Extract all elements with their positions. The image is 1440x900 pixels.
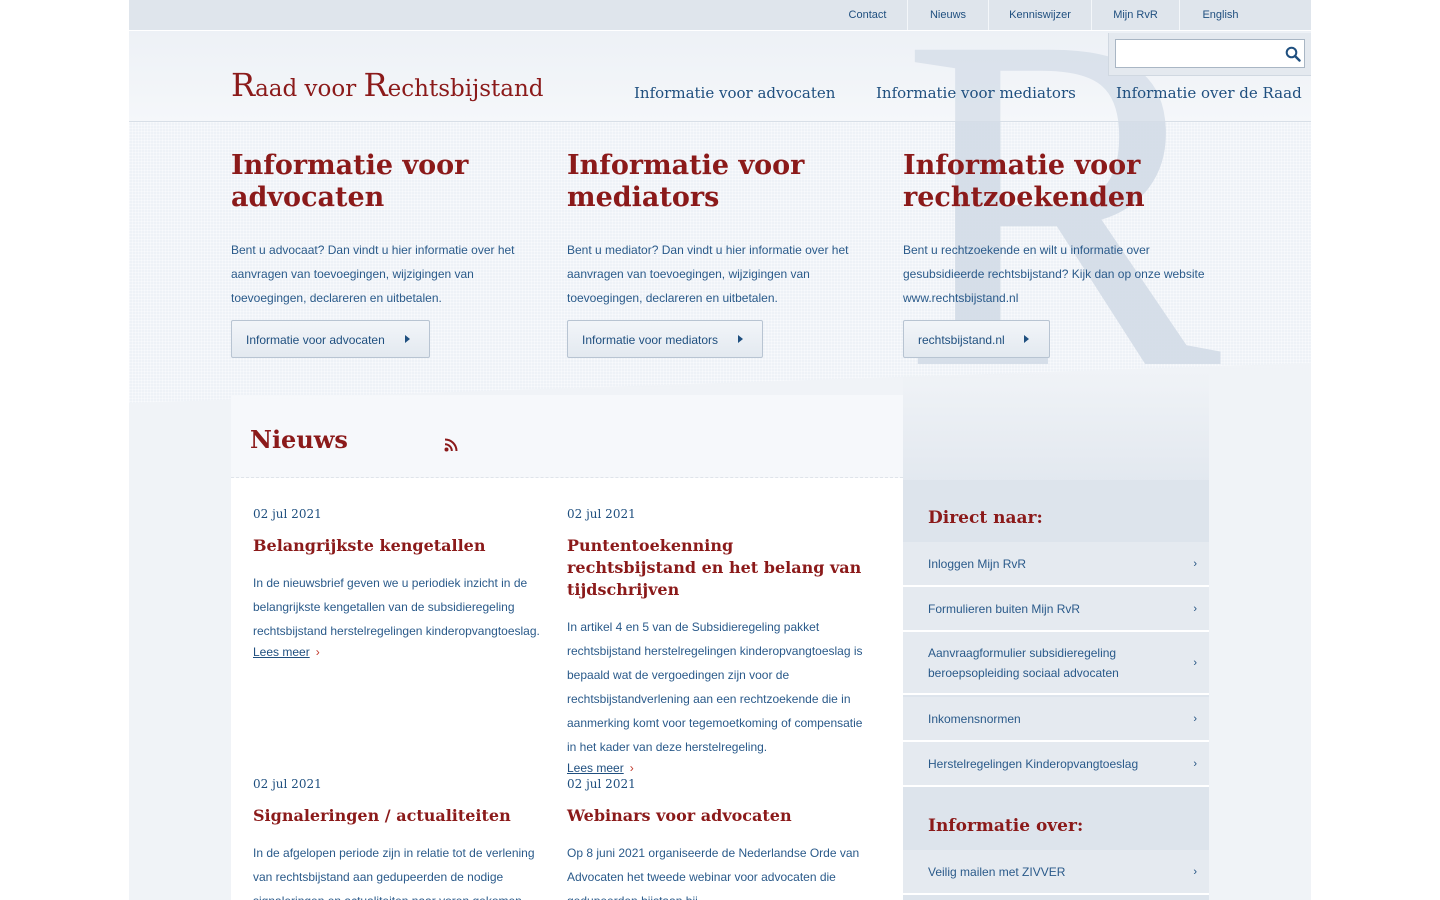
intro-text: Bent u advocaat? Dan vindt u hier inform… <box>231 243 515 305</box>
sidebar-link[interactable]: Aanvraagformulier subsidieregeling beroe… <box>903 632 1209 695</box>
logo-text: echtsbijstand <box>387 76 544 102</box>
chevron-right-icon: › <box>1193 557 1197 570</box>
news-item: 02 jul 2021 Puntentoekenning rechtsbijst… <box>567 507 863 777</box>
sidebar-link[interactable]: Inkomensnormen › <box>903 697 1209 742</box>
util-link-mijn-rvr[interactable]: Mijn RvR <box>1092 0 1179 30</box>
news-summary: Op 8 juni 2021 organiseerde de Nederland… <box>567 846 860 900</box>
intro-text: Bent u mediator? Dan vindt u hier inform… <box>567 243 849 305</box>
news-summary: In de nieuwsbrief geven we u periodiek i… <box>253 576 540 638</box>
news-heading: Nieuws <box>250 425 348 454</box>
button-label: rechtsbijstand.nl <box>918 333 1005 347</box>
search-box <box>1108 33 1311 76</box>
intro-mediators: Informatie voor mediators Bent u mediato… <box>567 150 877 310</box>
sidebar-link-label: Aanvraagformulier subsidieregeling beroe… <box>928 645 1119 680</box>
sidebar-link-label: Inkomensnormen <box>928 711 1021 726</box>
triangle-right-icon <box>405 335 410 343</box>
sidebar-link-label: Formulieren buiten Mijn RvR <box>928 601 1081 616</box>
sidebar-fade <box>903 370 1209 480</box>
button-informatie-advocaten[interactable]: Informatie voor advocaten <box>231 320 430 358</box>
news-item: 02 jul 2021 Webinars voor advocaten Op 8… <box>567 777 863 900</box>
intro-title: Informatie voor advocaten <box>231 150 469 213</box>
news-item: 02 jul 2021 Belangrijkste kengetallen In… <box>253 507 543 661</box>
sidebar-link-label: Herstelregelingen Kinderopvangtoeslag <box>928 756 1139 771</box>
chevron-right-icon: › <box>1193 712 1197 725</box>
main-nav-advocaten[interactable]: Informatie voor advocaten <box>634 84 835 102</box>
search-icon[interactable] <box>1285 46 1301 62</box>
news-item: 02 jul 2021 Signaleringen / actualiteite… <box>253 777 543 900</box>
util-link-nieuws[interactable]: Nieuws <box>908 0 988 30</box>
news-summary: In artikel 4 en 5 van de Subsidieregelin… <box>567 620 863 754</box>
news-date: 02 jul 2021 <box>253 777 322 791</box>
sidebar-link[interactable]: Herstelregelingen Kinderopvangtoeslag › <box>903 742 1209 787</box>
sidebar: Direct naar: Inloggen Mijn RvR › Formuli… <box>903 480 1209 900</box>
news-header: Nieuws <box>231 395 903 478</box>
chevron-right-icon: › <box>1193 602 1197 615</box>
logo-initial: R <box>231 66 256 104</box>
search-input[interactable] <box>1115 39 1305 68</box>
sidebar-info-heading: Informatie over: <box>928 816 1084 836</box>
intro-advocaten: Informatie voor advocaten Bent u advocaa… <box>231 150 541 310</box>
triangle-right-icon <box>1024 335 1029 343</box>
read-more-link[interactable]: Lees meer <box>253 645 310 659</box>
sidebar-link-label: Inloggen Mijn RvR <box>928 556 1027 571</box>
util-link-contact[interactable]: Contact <box>828 0 907 30</box>
utility-bar: Contact Nieuws Kenniswijzer Mijn RvR Eng… <box>129 0 1311 31</box>
chevron-right-icon: › <box>629 761 634 775</box>
chevron-right-icon: › <box>1193 757 1197 770</box>
news-title[interactable]: Webinars voor advocaten <box>567 805 863 827</box>
chevron-right-icon: › <box>315 645 320 659</box>
rss-icon[interactable] <box>444 438 458 452</box>
site-logo[interactable]: Raad voor Rechtsbijstand <box>231 66 544 104</box>
button-informatie-mediators[interactable]: Informatie voor mediators <box>567 320 763 358</box>
triangle-right-icon <box>738 335 743 343</box>
intro-title: Informatie voor rechtzoekenden <box>903 150 1145 213</box>
sidebar-link[interactable]: Inloggen Mijn RvR › <box>903 542 1209 587</box>
chevron-right-icon: › <box>1193 656 1197 669</box>
read-more-link[interactable]: Lees meer <box>567 761 624 775</box>
news-date: 02 jul 2021 <box>253 507 322 521</box>
logo-text: aad voor <box>255 76 364 102</box>
sidebar-link-label: Veilig mailen met ZIVVER <box>928 864 1066 879</box>
news-date: 02 jul 2021 <box>567 507 636 521</box>
news-title[interactable]: Signaleringen / actualiteiten <box>253 805 543 827</box>
chevron-right-icon: › <box>1193 865 1197 878</box>
sidebar-link[interactable]: Veilig mailen met ZIVVER › <box>903 850 1209 895</box>
sidebar-direct-heading: Direct naar: <box>928 508 1043 528</box>
logo-initial: R <box>363 66 388 104</box>
intro-title: Informatie voor mediators <box>567 150 805 213</box>
news-title[interactable]: Belangrijkste kengetallen <box>253 535 543 557</box>
util-link-kenniswijzer[interactable]: Kenniswijzer <box>989 0 1091 30</box>
news-title[interactable]: Puntentoekenning rechtsbijstand en het b… <box>567 535 863 601</box>
main-nav-over-de-raad[interactable]: Informatie over de Raad <box>1116 84 1302 102</box>
intro-rechtzoekenden: Informatie voor rechtzoekenden Bent u re… <box>903 150 1213 310</box>
button-label: Informatie voor mediators <box>582 333 719 347</box>
util-link-english[interactable]: English <box>1180 0 1261 30</box>
button-rechtsbijstand-nl[interactable]: rechtsbijstand.nl <box>903 320 1050 358</box>
news-summary: In de afgelopen periode zijn in relatie … <box>253 846 535 900</box>
sidebar-link[interactable]: Formulieren buiten Mijn RvR › <box>903 587 1209 632</box>
intro-text: Bent u rechtzoekende en wilt u informati… <box>903 243 1205 305</box>
main-nav-mediators[interactable]: Informatie voor mediators <box>876 84 1076 102</box>
news-date: 02 jul 2021 <box>567 777 636 791</box>
page-frame: R Contact Nieuws Kenniswijzer Mijn RvR E… <box>129 0 1311 900</box>
button-label: Informatie voor advocaten <box>246 333 385 347</box>
